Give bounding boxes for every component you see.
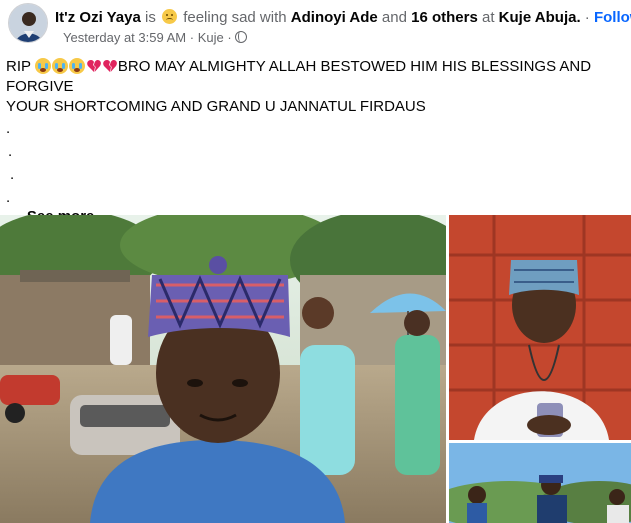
broken-heart-emoji: [103, 60, 117, 72]
tagged-person[interactable]: Adinoyi Ade: [291, 9, 378, 26]
crying-face-emoji: [34, 58, 51, 74]
post-line-2: YOUR SHORTCOMING AND GRAND U JANNATUL FI…: [6, 98, 426, 115]
is-word: is: [145, 9, 156, 26]
dot-line: .: [6, 189, 11, 206]
avatar-image: [9, 4, 47, 42]
place-short[interactable]: Kuje: [198, 30, 224, 45]
top-right-photo[interactable]: [449, 215, 631, 440]
avatar[interactable]: [8, 3, 48, 43]
separator-dot: ·: [584, 9, 590, 26]
meta-line: Yesterday at 3:59 AM · Kuje ·: [63, 30, 248, 45]
globe-icon[interactable]: [235, 31, 248, 43]
dot-line: .: [10, 166, 15, 183]
feeling-text: feeling sad with: [183, 9, 287, 26]
location-link[interactable]: Kuje Abuja.: [499, 9, 581, 26]
post-text: RIP BRO MAY ALMIGHTY ALLAH BESTOWED HIM …: [6, 57, 626, 227]
bottom-right-photo[interactable]: [449, 443, 631, 523]
broken-heart-emoji: [87, 60, 101, 72]
post-line-1: RIP BRO MAY ALMIGHTY ALLAH BESTOWED HIM …: [6, 57, 626, 97]
sad-face-emoji: [162, 9, 178, 24]
dot-line: .: [8, 143, 13, 160]
main-photo[interactable]: [0, 215, 446, 523]
author-name[interactable]: It'z Ozi Yaya: [55, 9, 141, 26]
meta-separator: ·: [189, 30, 195, 45]
follow-button[interactable]: Follow: [594, 9, 631, 26]
timestamp[interactable]: Yesterday at 3:59 AM: [63, 30, 186, 45]
crying-face-emoji: [51, 58, 68, 74]
meta-separator-2: ·: [227, 30, 232, 45]
rip-text: RIP: [6, 58, 31, 75]
post-header: It'z Ozi Yaya is feeling sad with Adinoy…: [8, 3, 631, 49]
header-line: It'z Ozi Yaya is feeling sad with Adinoy…: [55, 9, 631, 26]
at-word: at: [481, 9, 495, 26]
and-word: and: [381, 9, 407, 26]
emoji-row: [34, 57, 118, 77]
crying-face-emoji: [68, 58, 85, 74]
photo-grid: [0, 215, 631, 523]
dot-line: .: [6, 120, 11, 137]
others-link[interactable]: 16 others: [411, 9, 478, 26]
